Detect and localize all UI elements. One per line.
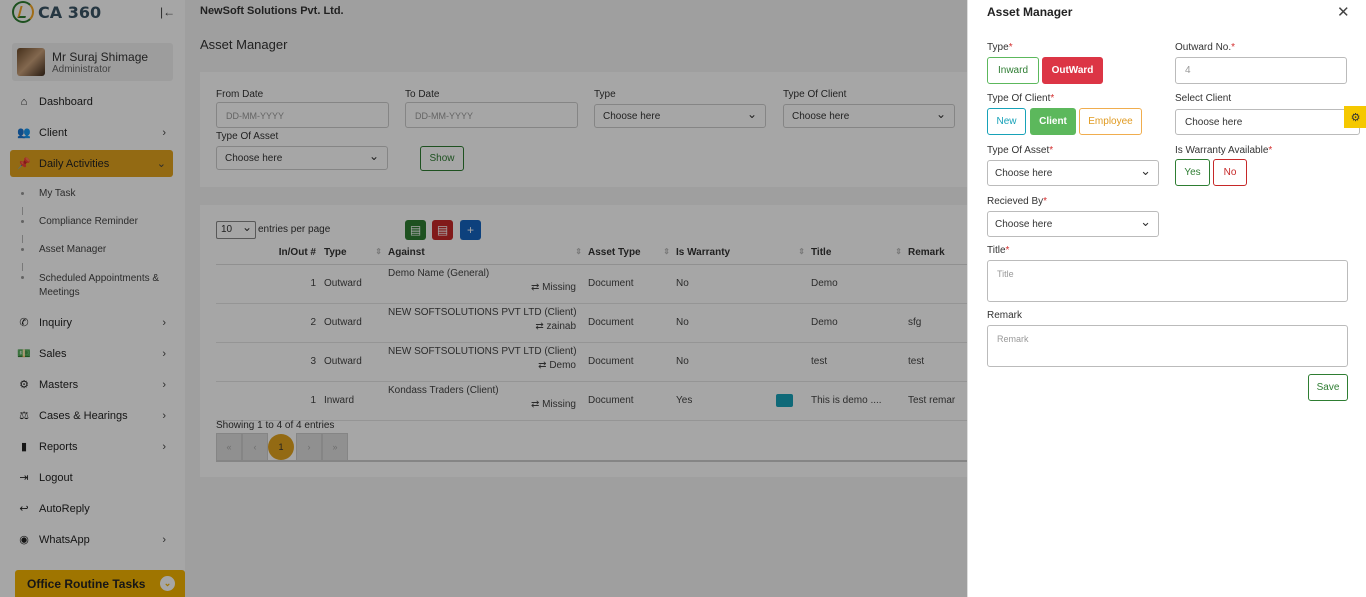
client-type-client-button[interactable]: Client xyxy=(1030,108,1076,135)
warranty-yes-button[interactable]: Yes xyxy=(1175,159,1210,186)
select-client-input[interactable]: Choose here xyxy=(1175,109,1360,135)
client-type-new-button[interactable]: New xyxy=(987,108,1026,135)
received-by-select[interactable]: Choose here xyxy=(987,211,1159,237)
outward-no-label: Outward No.* xyxy=(1175,42,1236,53)
type-of-asset-select[interactable]: Choose here xyxy=(987,160,1159,186)
select-client-label: Select Client xyxy=(1175,93,1232,104)
label-text: Title xyxy=(987,245,1006,256)
label-text: Recieved By xyxy=(987,196,1044,207)
remark-textarea[interactable]: Remark xyxy=(987,325,1348,367)
title-label: Title* xyxy=(987,245,1010,256)
outward-no-input[interactable]: 4 xyxy=(1175,57,1347,84)
warranty-label: Is Warranty Available* xyxy=(1175,145,1273,156)
client-type-employee-button[interactable]: Employee xyxy=(1079,108,1142,135)
remark-label: Remark xyxy=(987,310,1023,321)
inward-button[interactable]: Inward xyxy=(987,57,1039,84)
type-of-asset-label: Type Of Asset* xyxy=(987,145,1054,156)
asset-manager-panel: Asset Manager ✕ Type* Inward OutWard Out… xyxy=(967,0,1366,597)
warranty-no-button[interactable]: No xyxy=(1213,159,1247,186)
modal-backdrop[interactable] xyxy=(0,0,967,597)
label-text: Type Of Client xyxy=(987,93,1051,104)
received-by-label: Recieved By* xyxy=(987,196,1048,207)
label-text: Outward No. xyxy=(1175,42,1232,53)
panel-title: Asset Manager xyxy=(987,5,1073,19)
type-of-client-label: Type Of Client* xyxy=(987,93,1055,104)
title-textarea[interactable]: Title xyxy=(987,260,1348,302)
close-icon[interactable]: ✕ xyxy=(1337,3,1350,21)
label-text: Is Warranty Available xyxy=(1175,145,1269,156)
label-text: Type Of Asset xyxy=(987,145,1050,156)
type-label: Type* xyxy=(987,42,1013,53)
gear-icon[interactable]: ⚙ xyxy=(1344,106,1366,128)
save-button[interactable]: Save xyxy=(1308,374,1348,401)
label-text: Type xyxy=(987,42,1009,53)
outward-button[interactable]: OutWard xyxy=(1042,57,1103,84)
